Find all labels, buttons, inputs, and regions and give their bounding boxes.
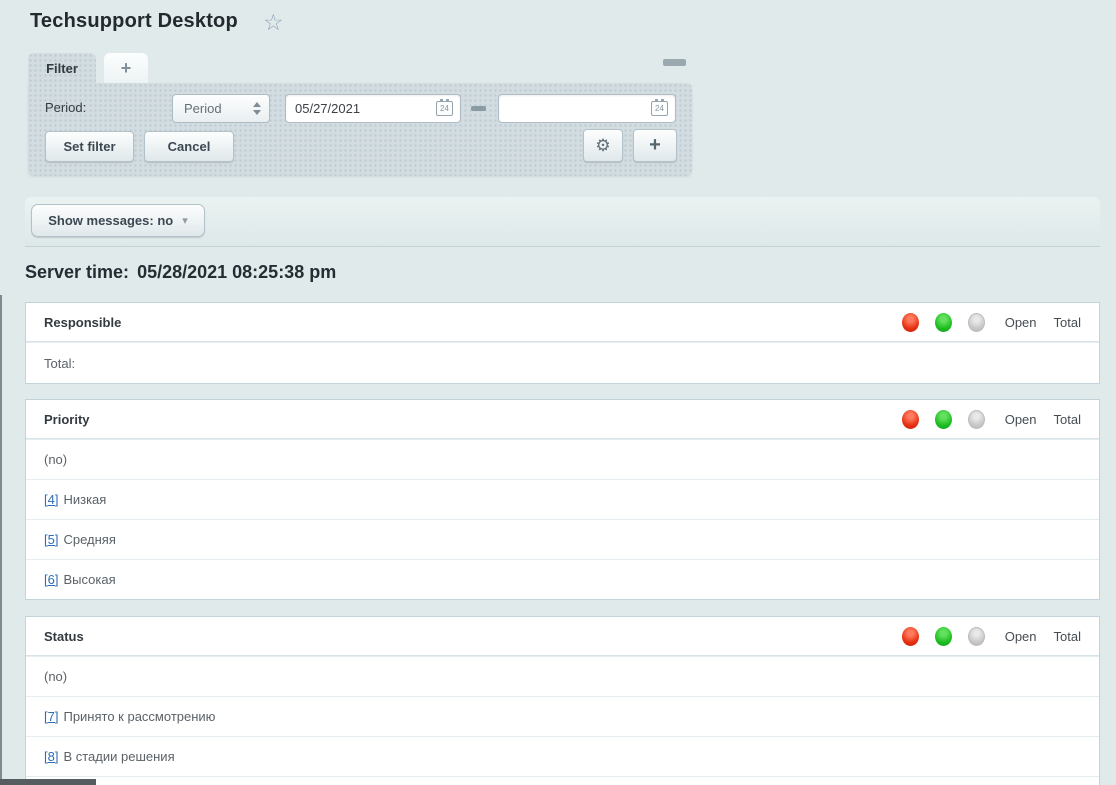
show-messages-dropdown[interactable]: Show messages: no ▾ [31, 204, 205, 237]
row-text: Низкая [63, 492, 107, 507]
row-text: Total: [44, 355, 76, 371]
table-row: [6] Высокая [26, 559, 1099, 599]
row-id-link[interactable]: [4] [44, 492, 58, 507]
period-label: Period: [45, 100, 87, 115]
server-time: Server time: 05/28/2021 08:25:38 pm [25, 262, 336, 283]
responsible-table-header: Responsible Open Total [26, 303, 1099, 342]
green-status-dot-icon [934, 626, 952, 646]
gray-status-dot-icon [967, 626, 985, 646]
column-header-total: Total [1053, 314, 1081, 330]
date-range-dash [471, 106, 486, 111]
row-id-link[interactable]: [6] [44, 572, 58, 587]
table-title: Priority [44, 411, 90, 427]
page-title: Techsupport Desktop [30, 10, 238, 32]
priority-table-header: Priority Open Total [26, 400, 1099, 439]
cancel-button[interactable]: Cancel [144, 131, 234, 162]
status-table-header: Status Open Total [26, 617, 1099, 656]
collapse-filter-icon[interactable] [663, 59, 686, 66]
techsupport-desktop-page: { "header": { "title": "Techsupport Desk… [0, 0, 1116, 785]
green-status-dot-icon [934, 409, 952, 429]
table-row: Total: [26, 342, 1099, 383]
table-row: (no) [26, 439, 1099, 479]
row-text: В стадии решения [63, 749, 175, 764]
calendar-icon[interactable]: 24 [436, 99, 453, 116]
red-status-dot-icon [901, 626, 919, 646]
row-text: Принято к рассмотрению [63, 709, 216, 724]
date-to-field: 24 [498, 94, 676, 123]
gray-status-dot-icon [967, 312, 985, 332]
table-title: Responsible [44, 314, 122, 330]
column-header-open: Open [1004, 314, 1037, 330]
table-title: Status [44, 628, 84, 644]
green-status-dot-icon [934, 312, 952, 332]
red-status-dot-icon [901, 312, 919, 332]
row-text: Средняя [63, 532, 116, 547]
row-text: (no) [44, 669, 68, 684]
window-edge-left [0, 295, 2, 785]
table-row: [7] Принято к рассмотрению [26, 696, 1099, 736]
add-filter-field-button[interactable]: + [633, 129, 677, 162]
table-row: [8] В стадии решения [26, 736, 1099, 776]
row-text: (no) [44, 452, 68, 467]
calendar-icon[interactable]: 24 [651, 99, 668, 116]
date-to-input[interactable] [499, 95, 675, 122]
column-header-total: Total [1053, 628, 1081, 644]
table-row: [4] Низкая [26, 479, 1099, 519]
gear-icon: ⚙ [595, 135, 611, 155]
period-select-value: Period [184, 101, 222, 116]
table-row [26, 776, 1099, 785]
plus-icon: + [120, 57, 132, 78]
row-id-link[interactable]: [7] [44, 709, 58, 724]
period-select[interactable]: Period [172, 94, 270, 123]
table-row: [5] Средняя [26, 519, 1099, 559]
gray-status-dot-icon [967, 409, 985, 429]
server-time-value: 05/28/2021 08:25:38 pm [137, 262, 337, 282]
column-header-open: Open [1004, 628, 1037, 644]
tab-filter[interactable]: Filter [28, 53, 96, 83]
chevron-down-icon: ▾ [182, 215, 188, 227]
set-filter-button[interactable]: Set filter [45, 131, 134, 162]
column-header-open: Open [1004, 411, 1037, 427]
table-row: (no) [26, 656, 1099, 696]
server-time-label: Server time: [25, 262, 130, 282]
favorite-star-icon[interactable]: ☆ [263, 8, 284, 36]
column-header-total: Total [1053, 411, 1081, 427]
date-from-input[interactable] [286, 95, 460, 122]
plus-icon: + [649, 134, 661, 156]
row-id-link[interactable]: [5] [44, 532, 58, 547]
show-messages-label: Show messages: no [48, 213, 174, 228]
priority-table: Priority Open Total (no) [4] Низкая [5] … [25, 399, 1100, 600]
filter-panel: Period: Period 24 24 Set filter Cancel ⚙… [28, 83, 692, 176]
date-from-field: 24 [285, 94, 461, 123]
status-table: Status Open Total (no) [7] Принято к рас… [25, 616, 1100, 785]
select-spinner-icon [253, 102, 261, 115]
row-text: Высокая [63, 572, 116, 587]
row-id-link[interactable]: [8] [44, 749, 58, 764]
window-edge-bottom [0, 779, 96, 785]
messages-toolbar: Show messages: no ▾ [25, 197, 1100, 247]
red-status-dot-icon [901, 409, 919, 429]
filter-settings-button[interactable]: ⚙ [583, 129, 623, 162]
add-filter-tab-button[interactable]: + [104, 53, 148, 83]
responsible-table: Responsible Open Total Total: [25, 302, 1100, 384]
